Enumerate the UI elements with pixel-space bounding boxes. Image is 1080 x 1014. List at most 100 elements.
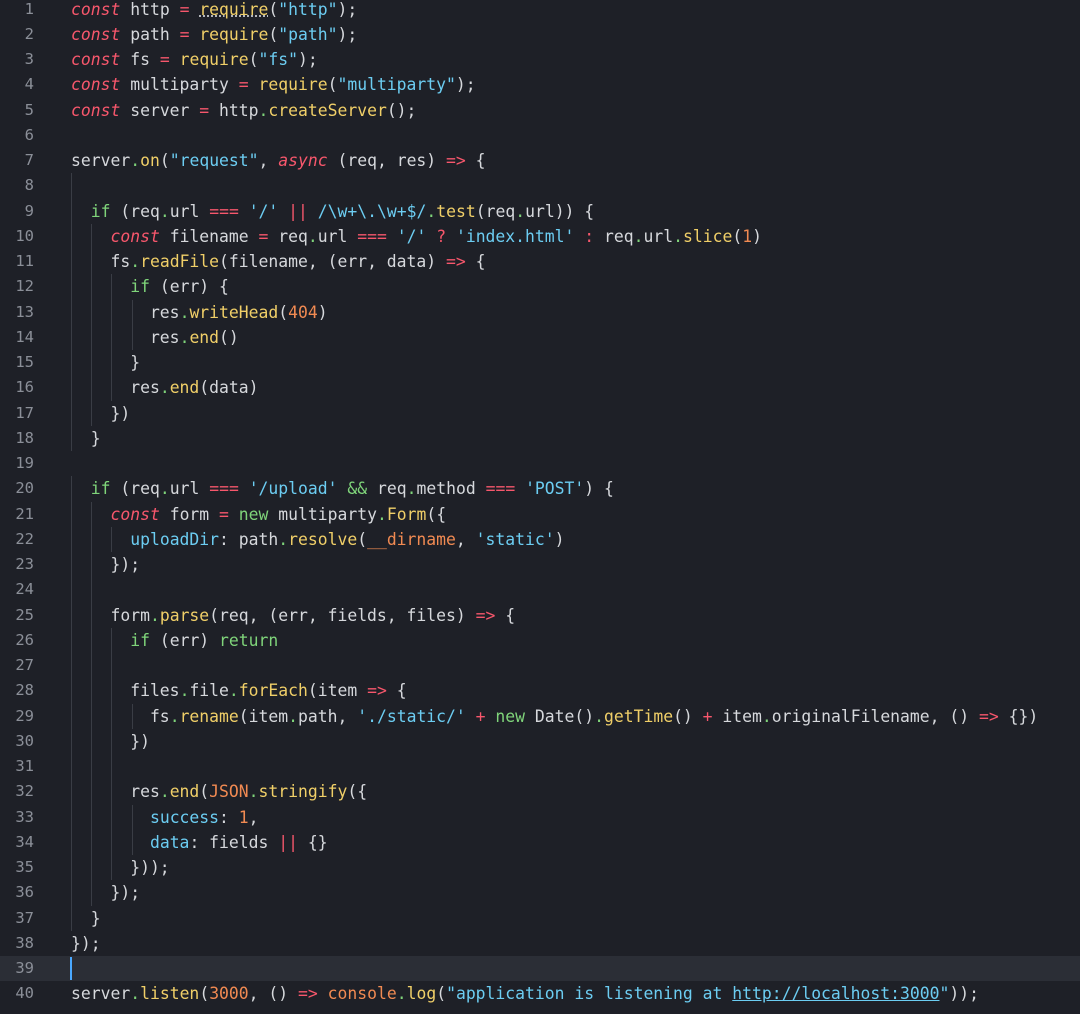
token-operator: === bbox=[485, 479, 516, 499]
token-func: readFile bbox=[140, 252, 220, 271]
code-line[interactable]: 37 } bbox=[0, 905, 1080, 931]
code-text: if (req.url === '/' || /\w+\.\w+$/.test(… bbox=[71, 199, 594, 224]
line-number: 6 bbox=[24, 125, 34, 144]
code-line[interactable]: 31 bbox=[0, 754, 1080, 780]
token-func: listen bbox=[140, 984, 200, 1004]
code-line[interactable]: 34 data: fields || {} bbox=[0, 829, 1080, 855]
token-storage: const bbox=[71, 75, 121, 95]
code-line[interactable]: 4 const multiparty = require("multiparty"… bbox=[0, 72, 1080, 97]
code-text: const server = http.createServer(); bbox=[71, 98, 416, 123]
code-line[interactable]: 35 })); bbox=[0, 855, 1080, 881]
token-plain: ( bbox=[732, 226, 743, 246]
code-line[interactable]: 25 form.parse(req, (err, fields, files) … bbox=[0, 602, 1080, 628]
token-plain: , () bbox=[929, 706, 979, 726]
token-operator: => bbox=[979, 706, 999, 726]
token-func: Form bbox=[386, 504, 427, 524]
token-plain: ) bbox=[554, 529, 565, 549]
code-line[interactable]: 24 bbox=[0, 577, 1080, 603]
token-punct: (); bbox=[386, 100, 417, 120]
token-plain: )) { bbox=[554, 201, 595, 221]
token-plain: })); bbox=[71, 858, 170, 877]
token-plain: (item bbox=[307, 681, 368, 701]
code-line[interactable]: 9 if (req.url === '/' || /\w+\.\w+$/.tes… bbox=[0, 198, 1080, 224]
code-text: }); bbox=[71, 552, 140, 577]
code-line[interactable]: 23 }); bbox=[0, 552, 1080, 578]
token-dot: . bbox=[307, 226, 318, 246]
code-line[interactable]: 17 }) bbox=[0, 400, 1080, 426]
token-plain: fs bbox=[120, 50, 160, 69]
token-func: writeHead bbox=[189, 302, 279, 322]
token-punct: ( bbox=[248, 50, 259, 69]
token-func: stringify bbox=[258, 782, 348, 802]
code-line[interactable]: 30 }) bbox=[0, 728, 1080, 754]
line-number: 30 bbox=[15, 731, 34, 750]
code-line[interactable]: 18 } bbox=[0, 425, 1080, 451]
token-plain: ( bbox=[357, 529, 368, 549]
code-line[interactable]: 19 bbox=[0, 451, 1080, 476]
token-dot: . bbox=[406, 479, 417, 499]
token-storage: const bbox=[71, 24, 121, 44]
code-line[interactable]: 5 const server = http.createServer(); bbox=[0, 98, 1080, 123]
code-line[interactable]: 15 } bbox=[0, 350, 1080, 376]
token-operator: = bbox=[238, 75, 249, 95]
code-line[interactable]: 8 bbox=[0, 173, 1080, 199]
code-line[interactable]: 32 res.end(JSON.stringify({ bbox=[0, 779, 1080, 805]
token-plain: fs bbox=[71, 706, 170, 726]
code-line[interactable]: 20 if (req.url === '/upload' && req.meth… bbox=[0, 476, 1080, 502]
code-text: res.writeHead(404) bbox=[71, 300, 328, 325]
code-line[interactable]: 7 server.on("request", async (req, res) =… bbox=[0, 148, 1080, 173]
token-plain: (req bbox=[475, 201, 516, 221]
line-number: 2 bbox=[24, 24, 34, 43]
code-line[interactable]: 38}); bbox=[0, 931, 1080, 956]
code-editor[interactable]: 1 const http = require("http"); 2 const pat… bbox=[0, 0, 1080, 1014]
code-line[interactable]: 28 files.file.forEach(item => { bbox=[0, 678, 1080, 704]
token-keyword: if bbox=[130, 630, 150, 650]
indent-guide bbox=[91, 754, 93, 780]
token-plain: server bbox=[71, 151, 131, 170]
token-operator: || bbox=[278, 832, 298, 852]
token-operator: = bbox=[179, 0, 190, 19]
code-line[interactable]: 26 if (err) return bbox=[0, 627, 1080, 653]
code-line[interactable]: 39 bbox=[0, 956, 1080, 982]
code-line[interactable]: 27 bbox=[0, 653, 1080, 679]
token-func: log bbox=[406, 984, 437, 1004]
token-operator: || bbox=[288, 201, 308, 221]
code-line[interactable]: 12 if (err) { bbox=[0, 274, 1080, 300]
code-line[interactable]: 11 fs.readFile(filename, (err, data) => … bbox=[0, 249, 1080, 275]
token-plain: )); bbox=[949, 984, 979, 1004]
code-line[interactable]: 2 const path = require("path"); bbox=[0, 22, 1080, 47]
token-punct: ( bbox=[327, 75, 338, 95]
code-line[interactable]: 3 const fs = require("fs"); bbox=[0, 47, 1080, 72]
code-line[interactable]: 10 const filename = req.url === '/' ? 'i… bbox=[0, 223, 1080, 249]
code-line[interactable]: 22 uploadDir: path.resolve(__dirname, 's… bbox=[0, 526, 1080, 552]
line-number: 32 bbox=[15, 782, 34, 801]
code-text: const multiparty = require("multiparty")… bbox=[71, 72, 476, 97]
token-keyword: new bbox=[495, 706, 526, 726]
code-line[interactable]: 40 server.listen(3000, () => console.log(… bbox=[0, 981, 1080, 1006]
line-number: 13 bbox=[15, 302, 34, 321]
code-line[interactable]: 16 res.end(data) bbox=[0, 375, 1080, 401]
code-line[interactable]: 1 const http = require("http"); bbox=[0, 0, 1080, 22]
code-text: const filename = req.url === '/' ? 'inde… bbox=[71, 224, 761, 249]
code-line[interactable]: 14 res.end() bbox=[0, 324, 1080, 350]
token-property: originalFilename bbox=[771, 706, 930, 726]
token-func: test bbox=[436, 201, 476, 221]
token-number: 404 bbox=[288, 302, 318, 322]
code-line[interactable]: 13 res.writeHead(404) bbox=[0, 299, 1080, 325]
code-line[interactable]: 6 bbox=[0, 123, 1080, 148]
token-string: " bbox=[939, 984, 950, 1004]
token-string: "request" bbox=[169, 151, 259, 170]
code-text: res.end(JSON.stringify({ bbox=[71, 779, 367, 804]
code-line[interactable]: 33 success: 1, bbox=[0, 804, 1080, 830]
token-plain: , bbox=[455, 529, 476, 549]
code-line[interactable]: 36 }); bbox=[0, 880, 1080, 906]
code-line[interactable]: 29 fs.rename(item.path, './static/' + ne… bbox=[0, 703, 1080, 729]
token-dot: . bbox=[633, 226, 644, 246]
code-line[interactable]: 21 const form = new multiparty.Form({ bbox=[0, 501, 1080, 527]
token-keyword: return bbox=[219, 630, 279, 650]
